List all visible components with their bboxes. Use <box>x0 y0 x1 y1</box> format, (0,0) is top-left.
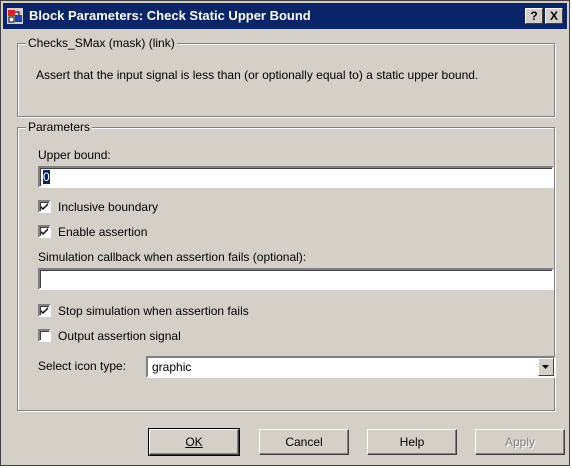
enable-assertion-label[interactable]: Enable assertion <box>58 225 147 239</box>
icon-type-select[interactable]: graphic <box>146 356 556 378</box>
simulink-block-icon <box>7 8 23 24</box>
icon-type-label: Select icon type: <box>38 359 127 373</box>
stop-simulation-label[interactable]: Stop simulation when assertion fails <box>58 304 249 318</box>
inclusive-boundary-label[interactable]: Inclusive boundary <box>58 200 158 214</box>
ok-button[interactable]: OK <box>148 428 240 456</box>
help-button[interactable]: Help <box>367 429 457 455</box>
checkmark-icon <box>41 228 48 235</box>
callback-input[interactable] <box>38 268 554 290</box>
icon-type-value: graphic <box>152 360 192 374</box>
parameters-group: Parameters Upper bound: 0 Inclusive boun… <box>17 120 556 411</box>
description-group: Checks_SMax (mask) (link) Assert that th… <box>17 36 555 117</box>
output-signal-checkbox[interactable] <box>38 329 51 342</box>
cancel-button[interactable]: Cancel <box>259 429 349 455</box>
output-signal-label[interactable]: Output assertion signal <box>58 329 181 343</box>
help-icon[interactable]: ? <box>525 8 543 24</box>
upper-bound-input[interactable]: 0 <box>38 166 554 188</box>
enable-assertion-checkbox[interactable] <box>38 225 51 238</box>
checkmark-icon <box>41 307 48 314</box>
block-parameters-dialog: Block Parameters: Check Static Upper Bou… <box>0 0 570 466</box>
close-icon[interactable]: X <box>545 8 563 24</box>
apply-button-label: Apply <box>504 435 536 449</box>
parameters-legend: Parameters <box>26 120 93 134</box>
callback-label: Simulation callback when assertion fails… <box>38 250 307 264</box>
inclusive-boundary-checkbox[interactable] <box>38 200 51 213</box>
window-title: Block Parameters: Check Static Upper Bou… <box>29 8 311 23</box>
stop-simulation-checkbox[interactable] <box>38 304 51 317</box>
upper-bound-value: 0 <box>43 170 50 184</box>
checkmark-icon <box>41 203 48 210</box>
upper-bound-label: Upper bound: <box>38 148 111 162</box>
dropdown-arrow-icon[interactable] <box>538 358 554 376</box>
description-text: Assert that the input signal is less tha… <box>36 68 479 82</box>
ok-button-label: OK <box>185 435 203 449</box>
apply-button[interactable]: Apply <box>475 429 565 455</box>
title-bar[interactable]: Block Parameters: Check Static Upper Bou… <box>3 3 567 29</box>
description-legend: Checks_SMax (mask) (link) <box>26 36 177 50</box>
help-button-label: Help <box>399 435 425 449</box>
cancel-button-label: Cancel <box>285 435 323 449</box>
